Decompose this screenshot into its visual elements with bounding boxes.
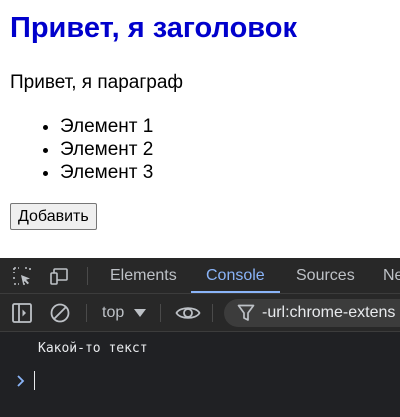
list-item: Элемент 2 [60, 138, 153, 161]
add-button[interactable]: Добавить [10, 203, 97, 230]
tab-console[interactable]: Console [206, 258, 265, 294]
filter-icon [237, 304, 255, 321]
toolbar-divider [212, 304, 213, 322]
tab-elements[interactable]: Elements [110, 258, 177, 294]
page-paragraph: Привет, я параграф [10, 72, 184, 93]
toolbar-divider [86, 304, 87, 322]
console-prompt-chevron-icon [17, 375, 25, 387]
toolbar-divider [160, 304, 161, 322]
tab-sources[interactable]: Sources [296, 258, 355, 294]
active-tab-indicator [191, 291, 280, 293]
clear-console-icon[interactable] [49, 302, 71, 324]
console-toolbar: top -url:chrome-extens [0, 294, 400, 332]
sidebar-toggle-icon[interactable] [11, 302, 33, 324]
item-list: Элемент 1 Элемент 2 Элемент 3 [10, 115, 153, 184]
context-selector[interactable]: top [102, 294, 124, 332]
devtools-panel: Elements Console Sources Ne top -url:chr… [0, 258, 400, 417]
page-viewport: Привет, я заголовок Привет, я параграф Э… [0, 0, 400, 258]
device-toolbar-icon[interactable] [49, 266, 69, 286]
inspect-element-icon[interactable] [12, 266, 32, 286]
list-item: Элемент 3 [60, 161, 153, 184]
page-heading: Привет, я заголовок [10, 12, 297, 44]
chevron-down-icon[interactable] [134, 309, 146, 317]
devtools-tabbar: Elements Console Sources Ne [0, 258, 400, 294]
eye-icon[interactable] [175, 302, 201, 324]
tab-network[interactable]: Ne [383, 258, 400, 294]
console-input-cursor[interactable] [34, 371, 35, 390]
list-item: Элемент 1 [60, 115, 153, 138]
console-message: Какой-то текст [38, 341, 148, 356]
toolbar-divider [87, 267, 88, 285]
filter-value: -url:chrome-extens [262, 304, 396, 321]
